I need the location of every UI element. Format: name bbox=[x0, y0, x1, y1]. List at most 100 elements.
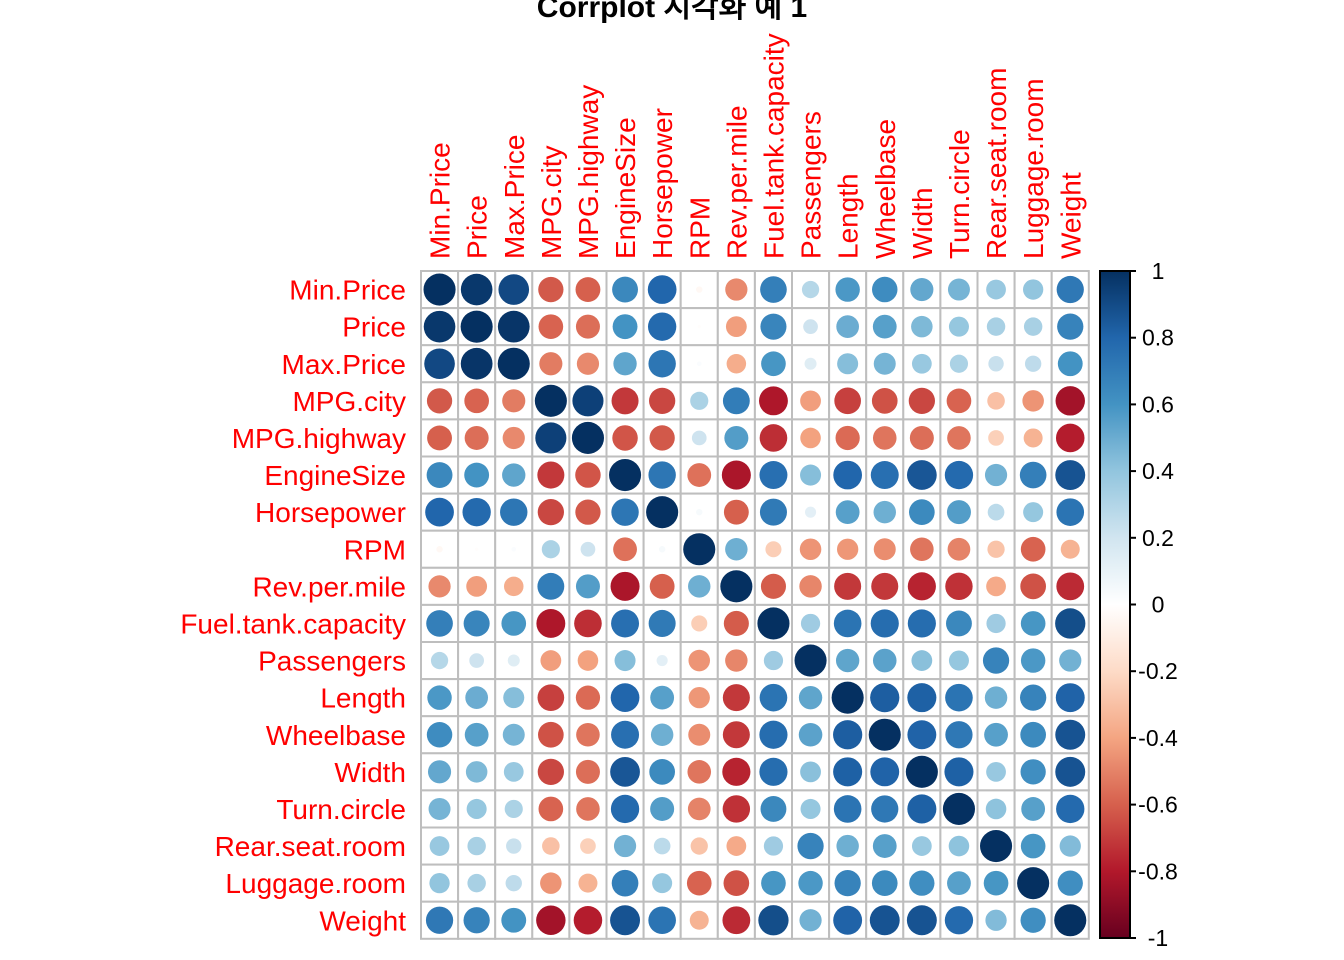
corr-circle-Width-Horsepower bbox=[649, 759, 675, 785]
corr-circle-Price-Wheelbase bbox=[872, 314, 897, 339]
corr-circle-MPG.highway-Width bbox=[909, 425, 934, 450]
row-label: Horsepower bbox=[255, 497, 406, 528]
corr-circle-Length-Length bbox=[831, 681, 864, 714]
corr-circle-Wheelbase-MPG.highway bbox=[576, 722, 600, 747]
column-label: Max.Price bbox=[499, 135, 530, 259]
corr-circle-Wheelbase-Weight bbox=[1055, 719, 1086, 750]
corr-circle-Luggage.room-Wheelbase bbox=[871, 870, 898, 896]
corr-circle-RPM-Luggage.room bbox=[1020, 536, 1046, 562]
corr-circle-Turn.circle-MPG.highway bbox=[576, 797, 600, 821]
corr-circle-Wheelbase-Fuel.tank.capacity bbox=[759, 720, 788, 749]
corr-circle-Width-MPG.highway bbox=[575, 759, 600, 784]
corr-circle-Weight-Length bbox=[833, 905, 863, 935]
corr-circle-EngineSize-Width bbox=[906, 460, 937, 490]
corr-circle-Rear.seat.room-Weight bbox=[1059, 835, 1081, 857]
corr-circle-Fuel.tank.capacity-Passengers bbox=[800, 613, 821, 634]
corr-circle-MPG.highway-Min.Price bbox=[427, 425, 452, 451]
colorbar-tick-label: 0.4 bbox=[1142, 458, 1174, 484]
corr-circle-MPG.highway-Luggage.room bbox=[1023, 428, 1043, 448]
corr-circle-Wheelbase-Wheelbase bbox=[868, 718, 901, 751]
corr-circle-Width-Max.Price bbox=[503, 761, 524, 782]
corr-circle-Rev.per.mile-Horsepower bbox=[649, 573, 675, 599]
corr-circle-Max.Price-Luggage.room bbox=[1024, 355, 1042, 372]
column-label: Min.Price bbox=[425, 142, 456, 259]
corr-circle-Luggage.room-RPM bbox=[686, 870, 712, 896]
corr-circle-Max.Price-Width bbox=[911, 353, 932, 374]
corr-circle-Turn.circle-Passengers bbox=[800, 798, 821, 819]
corr-circle-Luggage.room-Max.Price bbox=[505, 874, 522, 892]
corr-circle-Passengers-Min.Price bbox=[430, 651, 449, 670]
corr-circle-Passengers-Price bbox=[469, 653, 485, 668]
corr-circle-Fuel.tank.capacity-Price bbox=[463, 610, 490, 637]
corr-circle-RPM-Rear.seat.room bbox=[987, 540, 1005, 558]
column-label: EngineSize bbox=[610, 117, 641, 259]
corr-circle-EngineSize-Horsepower bbox=[648, 461, 676, 489]
corr-circle-MPG.city-Passengers bbox=[800, 390, 821, 412]
corr-circle-Price-Length bbox=[836, 315, 860, 338]
corr-circle-Max.Price-Wheelbase bbox=[873, 352, 896, 375]
corr-circle-RPM-Length bbox=[837, 538, 859, 560]
corr-circle-Turn.circle-Luggage.room bbox=[1021, 797, 1046, 821]
corr-circle-Min.Price-Weight bbox=[1056, 275, 1084, 304]
corr-circle-Passengers-Rev.per.mile bbox=[725, 649, 748, 672]
corr-circle-Price-Width bbox=[911, 315, 933, 338]
corr-circle-Price-Weight bbox=[1057, 313, 1084, 340]
corr-circle-Passengers-RPM bbox=[688, 649, 711, 672]
corr-circle-Passengers-Wheelbase bbox=[872, 648, 897, 673]
row-label: Max.Price bbox=[282, 349, 406, 380]
corr-circle-Rev.per.mile-Min.Price bbox=[428, 575, 451, 598]
corr-circle-Max.Price-RPM bbox=[696, 361, 702, 367]
corr-circle-Rev.per.mile-Max.Price bbox=[503, 576, 524, 597]
column-label: Weight bbox=[1055, 172, 1086, 259]
corr-circle-MPG.highway-Turn.circle bbox=[947, 426, 971, 450]
corr-circle-Max.Price-Fuel.tank.capacity bbox=[761, 351, 786, 377]
corr-circle-MPG.highway-Length bbox=[835, 425, 860, 451]
corr-circle-Fuel.tank.capacity-MPG.city bbox=[536, 609, 566, 638]
corr-circle-MPG.city-Wheelbase bbox=[871, 388, 898, 414]
corr-circle-Rev.per.mile-MPG.highway bbox=[575, 574, 600, 599]
corr-circle-MPG.city-MPG.highway bbox=[572, 385, 604, 417]
corr-circle-Weight-MPG.city bbox=[536, 905, 566, 935]
corr-circle-Length-Rev.per.mile bbox=[722, 684, 750, 712]
corr-circle-MPG.city-MPG.city bbox=[534, 384, 567, 417]
row-label: Width bbox=[334, 757, 406, 788]
corr-circle-Min.Price-EngineSize bbox=[612, 276, 638, 303]
column-label: Rear.seat.room bbox=[981, 68, 1012, 259]
corr-circle-Max.Price-Length bbox=[837, 353, 859, 375]
corr-circle-Width-Rev.per.mile bbox=[722, 757, 751, 786]
corr-circle-Horsepower-Passengers bbox=[804, 506, 817, 518]
corr-circle-Min.Price-Width bbox=[910, 277, 934, 302]
corr-circle-EngineSize-Luggage.room bbox=[1019, 461, 1047, 489]
corr-circle-Width-Width bbox=[905, 755, 938, 788]
row-label: Rev.per.mile bbox=[252, 571, 406, 602]
corr-circle-Width-RPM bbox=[687, 760, 712, 784]
corr-circle-Price-Turn.circle bbox=[948, 316, 969, 337]
corr-circle-Min.Price-Rear.seat.room bbox=[986, 279, 1006, 300]
corr-circle-Luggage.room-Passengers bbox=[798, 870, 823, 896]
corr-circle-EngineSize-Wheelbase bbox=[870, 461, 899, 490]
corrplot-chart: Corrplot 시각화 예 1 Min.PricePriceMax.Price… bbox=[180, 0, 1178, 951]
corr-circle-MPG.highway-Weight bbox=[1055, 423, 1085, 453]
corr-circle-Length-RPM bbox=[688, 687, 710, 709]
corr-circle-Rear.seat.room-Rev.per.mile bbox=[726, 836, 747, 856]
corr-circle-Max.Price-Horsepower bbox=[648, 350, 676, 378]
corr-circle-MPG.city-Length bbox=[834, 387, 861, 415]
corr-circle-Passengers-Weight bbox=[1059, 649, 1082, 672]
corr-circle-Max.Price-Max.Price bbox=[497, 347, 530, 380]
corr-circle-MPG.city-Min.Price bbox=[426, 388, 453, 414]
corr-circle-Width-EngineSize bbox=[610, 756, 640, 787]
corr-circle-Luggage.room-Min.Price bbox=[429, 873, 450, 894]
column-label: Fuel.tank.capacity bbox=[758, 33, 789, 259]
corr-circle-MPG.city-Luggage.room bbox=[1022, 390, 1044, 412]
corr-circle-Fuel.tank.capacity-Turn.circle bbox=[946, 610, 972, 637]
corr-circle-Fuel.tank.capacity-Rear.seat.room bbox=[986, 613, 1006, 634]
corr-circle-Weight-EngineSize bbox=[610, 905, 641, 936]
corr-circle-Turn.circle-RPM bbox=[687, 797, 711, 821]
corr-circle-Width-Luggage.room bbox=[1020, 759, 1046, 785]
corr-circle-Fuel.tank.capacity-Length bbox=[833, 609, 862, 638]
corr-circle-Weight-Turn.circle bbox=[944, 906, 974, 935]
corr-circle-Turn.circle-Rev.per.mile bbox=[722, 795, 751, 823]
corr-circle-MPG.highway-RPM bbox=[691, 430, 707, 446]
corr-circle-Fuel.tank.capacity-Wheelbase bbox=[870, 609, 899, 638]
corr-circle-Passengers-Fuel.tank.capacity bbox=[763, 650, 784, 671]
